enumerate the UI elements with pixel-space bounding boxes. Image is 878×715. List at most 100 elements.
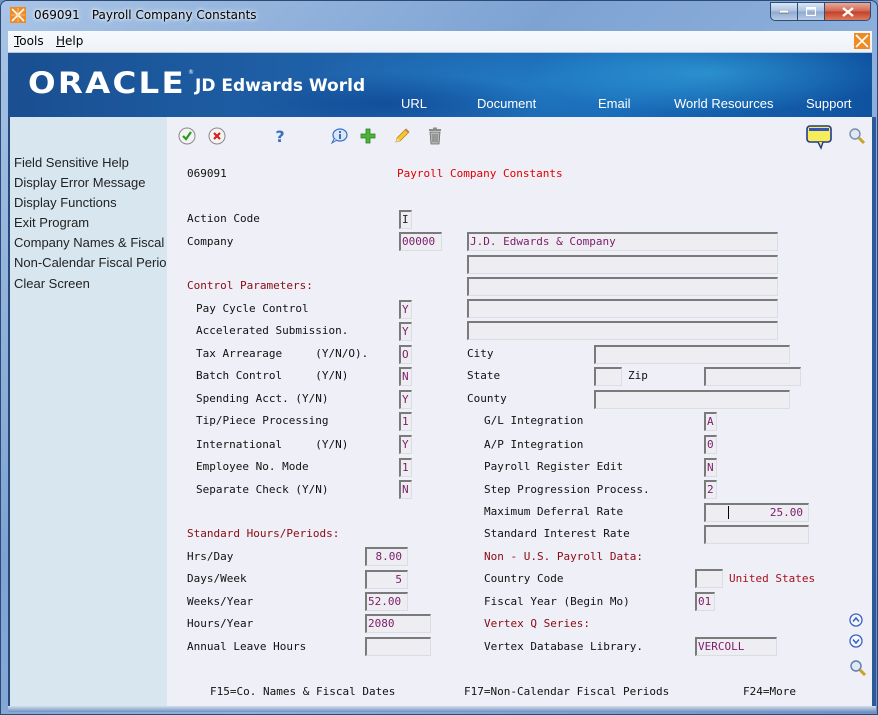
fiscal-year-input[interactable]: 01 xyxy=(695,592,715,611)
gl-integration-label: G/L Integration xyxy=(484,414,584,427)
window-title: 069091 Payroll Company Constants xyxy=(34,8,257,22)
nav-link-support[interactable]: Support xyxy=(806,96,852,111)
zip-label: Zip xyxy=(628,369,648,382)
action-code-input[interactable]: I xyxy=(399,210,412,229)
function-key-f15[interactable]: F15=Co. Names & Fiscal Dates xyxy=(210,685,395,698)
page-up-icon xyxy=(849,613,863,627)
employee-no-mode-input[interactable]: 1 xyxy=(399,458,412,477)
sidebar-item-company-names-fiscal[interactable]: Company Names & Fiscal Dates xyxy=(14,235,169,250)
page-down-icon xyxy=(849,634,863,648)
fiscal-year-label: Fiscal Year (Begin Mo) xyxy=(484,595,630,608)
pay-cycle-control-input[interactable]: Y xyxy=(399,300,412,319)
country-code-input[interactable] xyxy=(695,569,723,588)
spending-acct-input[interactable]: Y xyxy=(399,390,412,409)
nav-link-world-resources[interactable]: World Resources xyxy=(674,96,773,111)
search-button[interactable] xyxy=(848,127,866,145)
international-label: International (Y/N) xyxy=(196,438,349,451)
page-up-button[interactable] xyxy=(849,613,863,627)
std-interest-rate-input[interactable] xyxy=(704,525,809,544)
hours-year-input[interactable]: 2080 xyxy=(365,614,431,633)
cancel-button[interactable] xyxy=(208,127,226,145)
separate-check-input[interactable]: N xyxy=(399,480,412,499)
annual-leave-hours-input[interactable] xyxy=(365,637,431,656)
sidebar-item-clear-screen[interactable]: Clear Screen xyxy=(14,276,169,291)
oracle-banner: ORACLE ® JD Edwards World URL Document E… xyxy=(8,53,872,117)
state-label: State xyxy=(467,369,501,382)
step-progression-label: Step Progression Process. xyxy=(484,483,650,496)
max-deferral-rate-input[interactable]: 25.00 xyxy=(704,503,809,522)
sidebar-item-exit-program[interactable]: Exit Program xyxy=(14,215,169,230)
international-input[interactable]: Y xyxy=(399,435,412,454)
hrs-day-input[interactable]: 8.00 xyxy=(365,547,408,566)
menu-help[interactable]: Help xyxy=(56,34,83,48)
ap-integration-input[interactable]: 0 xyxy=(704,435,717,454)
page-down-button[interactable] xyxy=(849,634,863,648)
jde-logo-icon[interactable] xyxy=(854,33,870,49)
help-button[interactable]: ? xyxy=(271,127,289,145)
ap-integration-label: A/P Integration xyxy=(484,438,584,451)
batch-control-input[interactable]: N xyxy=(399,367,412,386)
form-title: Payroll Company Constants xyxy=(397,167,563,180)
hours-year-label: Hours/Year xyxy=(187,617,254,630)
cancel-icon xyxy=(208,127,226,145)
county-label: County xyxy=(467,392,507,405)
zip-input[interactable] xyxy=(704,367,801,386)
application-window: 069091 Payroll Company Constants Tools He… xyxy=(0,0,878,715)
maximize-button[interactable] xyxy=(798,2,825,21)
delete-button[interactable] xyxy=(426,127,444,145)
company-input[interactable]: 00000 xyxy=(399,232,442,251)
edit-button[interactable] xyxy=(393,127,411,145)
info-icon xyxy=(330,128,348,145)
batch-control-label: Batch Control (Y/N) xyxy=(196,369,349,382)
sidebar-item-display-functions[interactable]: Display Functions xyxy=(14,195,169,210)
function-key-f24[interactable]: F24=More xyxy=(743,685,796,698)
sidebar-item-non-calendar-fiscal[interactable]: Non-Calendar Fiscal Periods xyxy=(14,255,169,270)
text-cursor xyxy=(728,506,729,519)
control-parameters-heading: Control Parameters: xyxy=(187,279,313,292)
non-us-heading: Non - U.S. Payroll Data: xyxy=(484,550,643,563)
vertex-library-input[interactable]: VERCOLL xyxy=(695,637,777,656)
accelerated-submission-input[interactable]: Y xyxy=(399,322,412,341)
close-button[interactable] xyxy=(825,2,871,21)
function-key-f17[interactable]: F17=Non-Calendar Fiscal Periods xyxy=(464,685,669,698)
city-label: City xyxy=(467,347,494,360)
hrs-day-label: Hrs/Day xyxy=(187,550,234,563)
oracle-logo: ORACLE xyxy=(28,66,186,100)
accept-icon xyxy=(178,127,196,145)
county-input[interactable] xyxy=(594,390,790,409)
accept-button[interactable] xyxy=(178,127,196,145)
help-icon: ? xyxy=(275,127,284,145)
sidebar-item-display-error-message[interactable]: Display Error Message xyxy=(14,175,169,190)
zoom-search-button[interactable] xyxy=(849,659,867,677)
step-progression-input[interactable]: 2 xyxy=(704,480,717,499)
nav-link-document[interactable]: Document xyxy=(477,96,536,111)
city-input[interactable] xyxy=(594,345,790,364)
tax-arrearage-input[interactable]: O xyxy=(399,345,412,364)
tip-piece-processing-input[interactable]: 1 xyxy=(399,412,412,431)
employee-no-mode-label: Employee No. Mode xyxy=(196,460,309,473)
window-edge xyxy=(872,117,876,706)
search-icon xyxy=(849,128,866,145)
product-name: JD Edwards World xyxy=(195,76,366,96)
message-button[interactable] xyxy=(806,124,832,150)
nav-link-email[interactable]: Email xyxy=(598,96,631,111)
add-button[interactable] xyxy=(359,127,377,145)
payroll-register-edit-input[interactable]: N xyxy=(704,458,717,477)
days-week-input[interactable]: 5 xyxy=(365,570,408,589)
function-sidebar: Field Sensitive Help Display Error Messa… xyxy=(8,117,169,706)
registered-mark: ® xyxy=(188,69,194,76)
menu-tools[interactable]: Tools xyxy=(14,34,44,48)
nav-link-url[interactable]: URL xyxy=(401,96,427,111)
info-button[interactable] xyxy=(330,127,348,145)
country-description: United States xyxy=(729,572,816,585)
menu-bar: Tools Help xyxy=(8,31,872,53)
weeks-year-input[interactable]: 52.00 xyxy=(365,592,408,611)
gl-integration-input[interactable]: A xyxy=(704,412,717,431)
sidebar-item-field-sensitive-help[interactable]: Field Sensitive Help xyxy=(14,155,169,170)
minimize-button[interactable] xyxy=(770,2,798,21)
separate-check-label: Separate Check (Y/N) xyxy=(196,483,329,496)
spending-acct-label: Spending Acct. (Y/N) xyxy=(196,392,329,405)
delete-trash-icon xyxy=(429,127,441,145)
vertex-heading: Vertex Q Series: xyxy=(484,617,590,630)
state-input[interactable] xyxy=(594,367,622,386)
